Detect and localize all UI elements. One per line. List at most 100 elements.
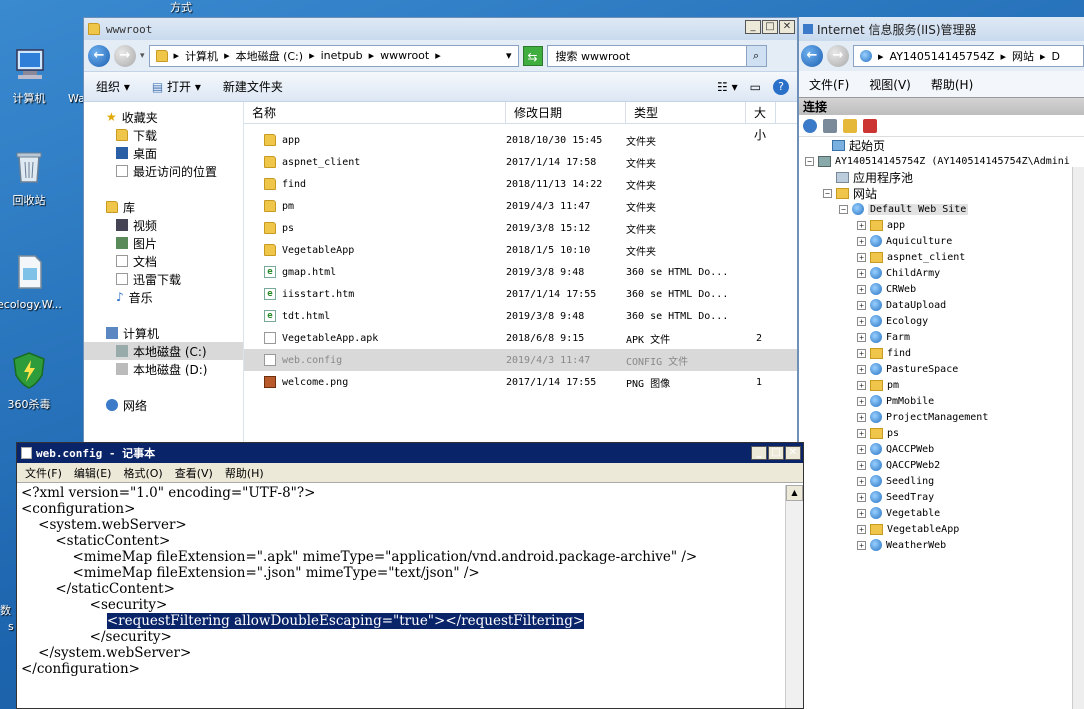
menu-file[interactable]: 文件(F) [809,76,849,93]
tree-app-pools[interactable]: 应用程序池 [799,169,1084,185]
tree-start-page[interactable]: 起始页 [799,137,1084,153]
nav-documents[interactable]: 文档 [84,252,243,270]
expand-icon[interactable]: + [857,268,866,278]
file-row[interactable]: find 2018/11/13 14:22 文件夹 [244,173,797,195]
expand-icon[interactable]: + [857,508,866,518]
collapse-icon[interactable]: − [805,156,814,166]
nav-desktop[interactable]: 桌面 [84,144,243,162]
nav-libraries[interactable]: 库 [84,198,243,216]
menu-help[interactable]: 帮助(H) [931,76,973,93]
breadcrumb-item[interactable]: D [1052,50,1060,63]
minimize-button[interactable]: _ [745,20,761,34]
nav-thunder-downloads[interactable]: 迅雷下载 [84,270,243,288]
iis-scrollbar[interactable] [1072,167,1084,709]
tree-site-item[interactable]: + ps [799,425,1084,441]
expand-icon[interactable]: + [857,524,866,534]
nav-videos[interactable]: 视频 [84,216,243,234]
help-icon[interactable]: ? [773,78,789,95]
expand-icon[interactable]: + [857,476,866,486]
breadcrumb-item[interactable]: AY140514145754Z [890,50,995,63]
expand-icon[interactable]: + [857,348,866,358]
expand-icon[interactable]: + [857,428,866,438]
notepad-titlebar[interactable]: web.config - 记事本 _ □ ✕ [17,443,803,463]
file-row[interactable]: aspnet_client 2017/1/14 17:58 文件夹 [244,151,797,173]
connect-icon[interactable] [803,118,817,133]
column-name[interactable]: 名称 [244,102,506,123]
open-button[interactable]: ▤ 打开 ▾ [152,78,201,95]
back-button[interactable]: ← [88,44,110,67]
file-row[interactable]: app 2018/10/30 15:45 文件夹 [244,129,797,151]
forward-button[interactable]: → [114,44,136,67]
tree-site-item[interactable]: + DataUpload [799,297,1084,313]
desktop-icon-computer[interactable]: 计算机 [0,44,61,106]
save-icon[interactable] [823,118,837,133]
desktop-icon-recycle-bin[interactable]: 回收站 [0,146,61,208]
preview-pane-icon[interactable]: ▭ [750,80,761,94]
breadcrumb-item[interactable]: 网站 [1012,48,1034,64]
menu-view[interactable]: 视图(V) [869,76,911,93]
notepad-text-area[interactable]: <?xml version="1.0" encoding="UTF-8"?> <c… [21,485,783,708]
breadcrumb-item[interactable]: 计算机 [185,48,218,64]
tree-site-item[interactable]: + CRWeb [799,281,1084,297]
tree-site-item[interactable]: + Vegetable [799,505,1084,521]
desktop-icon-ecology[interactable]: ecology.W... [0,252,62,311]
tree-site-item[interactable]: + PmMobile [799,393,1084,409]
file-row[interactable]: e gmap.html 2019/3/8 9:48 360 se HTML Do... [244,261,797,283]
expand-icon[interactable]: + [857,460,866,470]
collapse-icon[interactable]: − [823,188,832,198]
file-row[interactable]: ps 2019/3/8 15:12 文件夹 [244,217,797,239]
nav-drive-c[interactable]: 本地磁盘 (C:) [84,342,243,360]
chevron-down-icon[interactable]: ▾ [140,51,145,61]
nav-recent[interactable]: 最近访问的位置 [84,162,243,180]
menu-file[interactable]: 文件(F) [25,465,62,481]
organize-button[interactable]: 组织 ▾ [96,78,130,95]
address-dropdown-icon[interactable]: ▾ [506,49,512,62]
nav-pictures[interactable]: 图片 [84,234,243,252]
tree-default-web-site[interactable]: − Default Web Site [799,201,1084,217]
tree-site-item[interactable]: + Farm [799,329,1084,345]
expand-icon[interactable]: + [857,284,866,294]
breadcrumb-item[interactable]: inetpub [321,49,363,62]
tree-site-item[interactable]: + QACCPWeb [799,441,1084,457]
up-folder-icon[interactable] [843,118,857,133]
expand-icon[interactable]: + [857,332,866,342]
tree-site-item[interactable]: + find [799,345,1084,361]
file-row[interactable]: e tdt.html 2019/3/8 9:48 360 se HTML Do... [244,305,797,327]
column-type[interactable]: 类型 [626,102,746,123]
tree-site-item[interactable]: + aspnet_client [799,249,1084,265]
tree-sites[interactable]: − 网站 [799,185,1084,201]
file-row[interactable]: VegetableApp 2018/1/5 10:10 文件夹 [244,239,797,261]
nav-computer[interactable]: 计算机 [84,324,243,342]
explorer-titlebar[interactable]: wwwroot _ □ ✕ [84,18,797,40]
search-input[interactable]: 搜索 wwwroot ⌕ [546,44,767,67]
expand-icon[interactable]: + [857,364,866,374]
column-modified[interactable]: 修改日期 [506,102,626,123]
expand-icon[interactable]: + [857,316,866,326]
tree-site-item[interactable]: + VegetableApp [799,521,1084,537]
tree-site-item[interactable]: + app [799,217,1084,233]
view-options-icon[interactable]: ☷ ▾ [717,80,738,94]
search-icon[interactable]: ⌕ [745,45,766,66]
tree-site-item[interactable]: + QACCPWeb2 [799,457,1084,473]
breadcrumb-item[interactable]: wwwroot [380,49,429,62]
tree-server[interactable]: − AY140514145754Z (AY140514145754Z\Admini [799,153,1084,169]
file-row[interactable]: pm 2019/4/3 11:47 文件夹 [244,195,797,217]
scroll-up-icon[interactable]: ▲ [786,485,803,501]
minimize-button[interactable]: _ [751,446,767,460]
tree-site-item[interactable]: + pm [799,377,1084,393]
nav-music[interactable]: ♪ 音乐 [84,288,243,306]
maximize-button[interactable]: □ [762,20,778,34]
tree-site-item[interactable]: + ProjectManagement [799,409,1084,425]
expand-icon[interactable]: + [857,540,866,550]
tree-site-item[interactable]: + ChildArmy [799,265,1084,281]
expand-icon[interactable]: + [857,252,866,262]
maximize-button[interactable]: □ [768,446,784,460]
tree-site-item[interactable]: + Aquiculture [799,233,1084,249]
close-button[interactable]: ✕ [785,446,801,460]
refresh-button[interactable]: ⇆ [522,45,543,66]
tree-site-item[interactable]: + Seedling [799,473,1084,489]
disconnect-icon[interactable] [863,118,877,133]
address-input[interactable]: ▸ 计算机 ▸ 本地磁盘 (C:) ▸ inetpub ▸ wwwroot ▸ … [148,44,519,67]
nav-favorites[interactable]: ★ 收藏夹 [84,108,243,126]
file-row[interactable]: welcome.png 2017/1/14 17:55 PNG 图像 1 [244,371,797,393]
